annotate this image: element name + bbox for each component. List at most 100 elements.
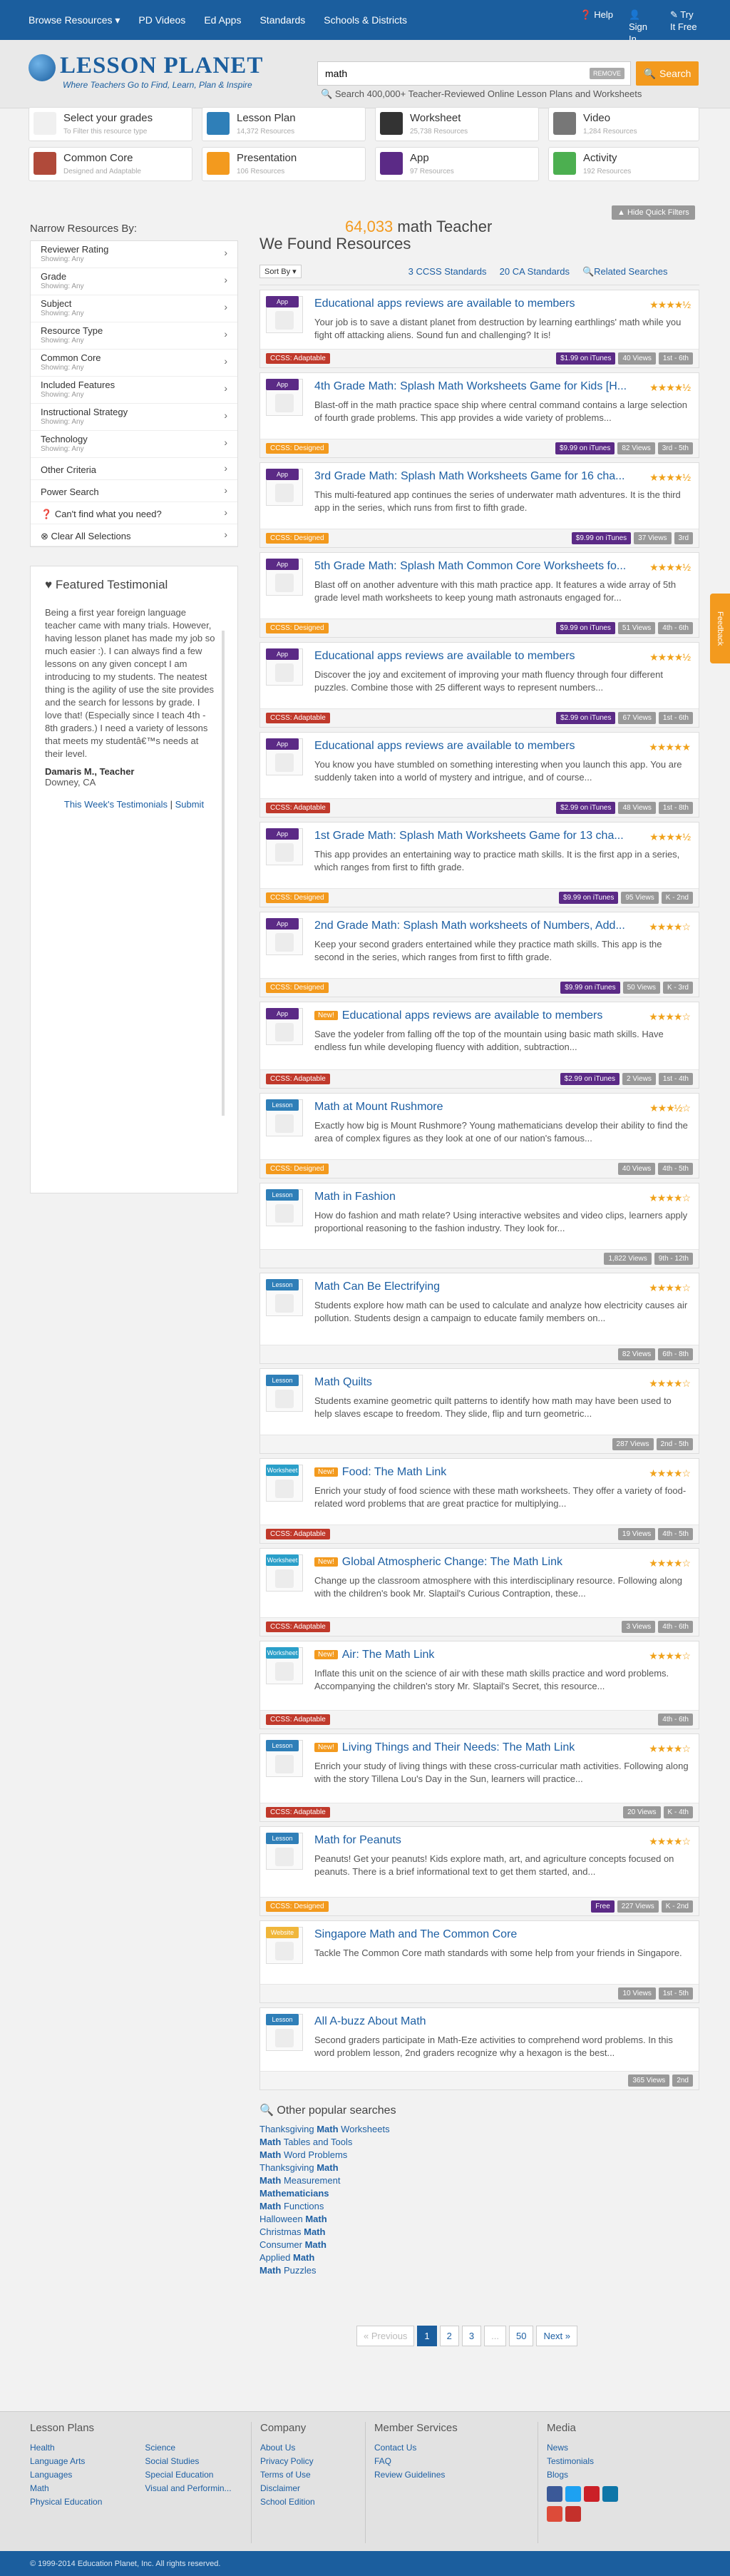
popular-search-link[interactable]: Thanksgiving Math [259,2162,699,2174]
footer-link[interactable]: Special Education [145,2468,231,2482]
quick-filter-3[interactable]: Presentation 106 Resources [202,147,366,181]
result-title[interactable]: Math for Peanuts [314,1834,628,1847]
result-card[interactable]: App 2nd Grade Math: Splash Math worksheet… [259,912,699,997]
google-plus-icon[interactable] [547,2506,562,2522]
footer-link[interactable]: Physical Education [30,2495,102,2509]
quick-filter-4[interactable]: Worksheet 25,738 Resources [375,107,539,141]
feedback-tab[interactable]: Feedback [710,594,730,663]
power-search-item[interactable]: Power Search › [31,480,237,502]
next-page-button[interactable]: Next » [536,2326,578,2346]
result-title[interactable]: 1st Grade Math: Splash Math Worksheets G… [314,830,628,842]
footer-link[interactable]: Social Studies [145,2455,231,2468]
result-card[interactable]: App Educational apps reviews are availabl… [259,290,699,368]
result-thumbnail[interactable]: Lesson [266,1740,303,1777]
result-thumbnail[interactable]: App [266,379,303,416]
result-card[interactable]: App New! Educational apps reviews are avai… [259,1002,699,1089]
result-thumbnail[interactable]: Lesson [266,1099,303,1136]
result-card[interactable]: App 5th Grade Math: Splash Math Common Co… [259,552,699,638]
result-title[interactable]: New! Educational apps reviews are availab… [314,1009,628,1022]
result-card[interactable]: Website Singapore Math and The Common Cor… [259,1920,699,2003]
result-thumbnail[interactable]: App [266,828,303,865]
result-thumbnail[interactable]: Worksheet [266,1647,303,1684]
footer-link[interactable]: Language Arts [30,2455,102,2468]
filter-technology[interactable]: Technology Showing: Any › [31,431,237,458]
popular-search-link[interactable]: Thanksgiving Math Worksheets [259,2123,699,2136]
quick-filter-1[interactable]: Common Core Designed and Adaptable [29,147,192,181]
result-card[interactable]: Lesson Math Quilts ★★★★☆ Students examine g… [259,1368,699,1454]
footer-link[interactable]: Privacy Policy [260,2455,315,2468]
result-thumbnail[interactable]: Lesson [266,2014,303,2051]
filter-common-core[interactable]: Common Core Showing: Any › [31,350,237,377]
page-2-button[interactable]: 2 [439,2326,459,2346]
result-card[interactable]: Lesson All A-buzz About Math Second grader… [259,2007,699,2090]
filter-reviewer-rating[interactable]: Reviewer Rating Showing: Any › [31,241,237,268]
footer-link[interactable]: Visual and Performin... [145,2482,231,2495]
result-title[interactable]: New! Living Things and Their Needs: The M… [314,1741,628,1754]
result-card[interactable]: App 3rd Grade Math: Splash Math Worksheet… [259,462,699,548]
result-card[interactable]: App 4th Grade Math: Splash Math Worksheet… [259,372,699,458]
result-card[interactable]: Lesson Math at Mount Rushmore ★★★½☆ Exactly… [259,1093,699,1178]
result-title[interactable]: Math at Mount Rushmore [314,1101,628,1114]
help-link[interactable]: ❓ Help [580,9,613,21]
result-title[interactable]: Educational apps reviews are available t… [314,297,628,310]
result-title[interactable]: Educational apps reviews are available t… [314,650,628,663]
clear-all-selections-item[interactable]: ⊗ Clear All Selections › [31,524,237,546]
result-card[interactable]: Worksheet New! Global Atmospheric Change: … [259,1548,699,1636]
youtube-icon[interactable] [565,2506,581,2522]
result-thumbnail[interactable]: App [266,738,303,775]
popular-search-link[interactable]: Math Functions [259,2200,699,2213]
tab-related-searches[interactable]: Related Searches [594,266,667,277]
result-thumbnail[interactable]: App [266,648,303,686]
result-card[interactable]: App Educational apps reviews are availabl… [259,732,699,818]
result-card[interactable]: Worksheet New! Food: The Math Link ★★★★☆ Enr… [259,1458,699,1544]
pinterest-icon[interactable] [584,2486,600,2502]
clear-search-button[interactable]: REMOVE [589,68,624,79]
filter-included-features[interactable]: Included Features Showing: Any › [31,377,237,404]
popular-search-link[interactable]: Math Tables and Tools [259,2136,699,2149]
prev-page-button[interactable]: « Previous [356,2326,415,2346]
top-nav-item[interactable]: Browse Resources ▾ [29,14,120,26]
result-title[interactable]: Math Quilts [314,1376,628,1389]
filter-subject[interactable]: Subject Showing: Any › [31,295,237,322]
free-trial-link[interactable]: ✎ Try It Free [670,9,699,33]
result-title[interactable]: Educational apps reviews are available t… [314,740,628,753]
result-title[interactable]: New! Food: The Math Link [314,1466,628,1479]
page-1-button[interactable]: 1 [417,2326,437,2346]
result-thumbnail[interactable]: App [266,1008,303,1045]
top-nav-item[interactable]: PD Videos [138,14,185,26]
logo[interactable]: LESSON PLANET Where Teachers Go to Find,… [29,51,285,94]
result-thumbnail[interactable]: Lesson [266,1375,303,1412]
popular-search-link[interactable]: Christmas Math [259,2226,699,2239]
result-thumbnail[interactable]: Lesson [266,1833,303,1870]
quick-filter-0[interactable]: Select your grades To Filter this resourc… [29,107,192,141]
hide-quick-filters-button[interactable]: ▲ Hide Quick Filters [612,205,695,220]
result-title[interactable]: 4th Grade Math: Splash Math Worksheets G… [314,380,628,393]
footer-link[interactable]: Math [30,2482,102,2495]
other-criteria-item[interactable]: Other Criteria › [31,458,237,480]
page-50-button[interactable]: 50 [508,2326,534,2346]
result-title[interactable]: 2nd Grade Math: Splash Math worksheets o… [314,920,628,932]
footer-link[interactable]: Terms of Use [260,2468,315,2482]
footer-link[interactable]: Languages [30,2468,102,2482]
linkedin-icon[interactable] [602,2486,618,2502]
result-thumbnail[interactable]: Lesson [266,1279,303,1316]
quick-filter-6[interactable]: Video 1,284 Resources [548,107,699,141]
result-thumbnail[interactable]: App [266,296,303,333]
result-thumbnail[interactable]: App [266,469,303,506]
tab-ccss-standards[interactable]: 3 CCSS Standards [408,266,487,277]
result-thumbnail[interactable]: Website [266,1927,303,1964]
result-card[interactable]: App Educational apps reviews are availabl… [259,642,699,728]
popular-search-link[interactable]: Halloween Math [259,2213,699,2226]
cant-find-item[interactable]: ❓ Can't find what you need? › [31,502,237,524]
submit-testimonial-link[interactable]: Submit [175,799,204,810]
footer-link[interactable]: Science [145,2441,231,2455]
top-nav-item[interactable]: Schools & Districts [324,14,407,26]
footer-link[interactable]: Health [30,2441,102,2455]
result-card[interactable]: App 1st Grade Math: Splash Math Worksheet… [259,822,699,907]
result-thumbnail[interactable]: Lesson [266,1189,303,1226]
quick-filter-7[interactable]: Activity 192 Resources [548,147,699,181]
testimonial-scrollbar[interactable] [222,631,225,1116]
filter-instructional-strategy[interactable]: Instructional Strategy Showing: Any › [31,404,237,431]
result-thumbnail[interactable]: Worksheet [266,1554,303,1592]
popular-search-link[interactable]: Applied Math [259,2251,699,2264]
